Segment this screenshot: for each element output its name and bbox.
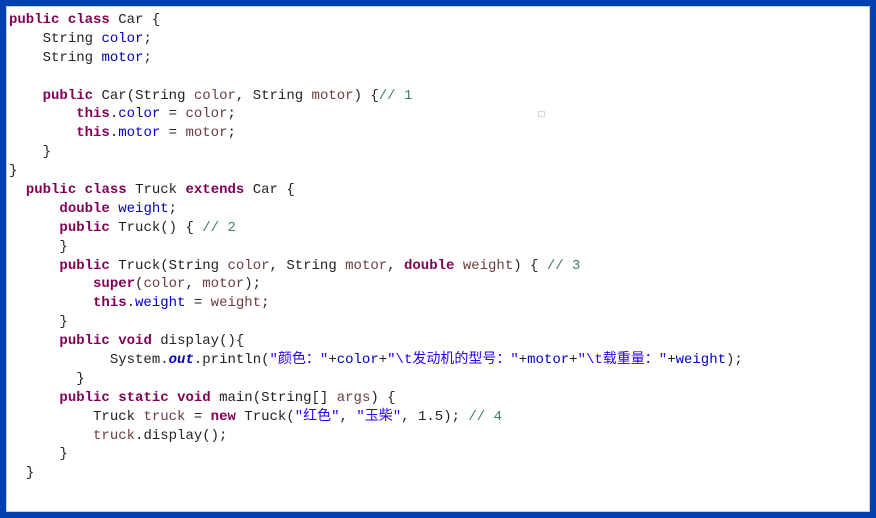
- param-args: args: [337, 390, 371, 406]
- whitespace-marker: □: [538, 110, 544, 121]
- field-weight: weight: [118, 201, 168, 217]
- method-main: main: [219, 390, 253, 406]
- constructor-car: Car: [101, 88, 126, 104]
- constructor-truck: Truck: [118, 220, 160, 236]
- comment-3: // 3: [547, 258, 581, 274]
- comment-1: // 1: [379, 88, 413, 104]
- code-content: public class Car { String color; String …: [9, 11, 867, 483]
- type-string: String: [43, 31, 93, 47]
- class-name: Car: [118, 12, 143, 28]
- string-red: "红色": [295, 409, 340, 425]
- keyword-extends: extends: [185, 182, 244, 198]
- field-out: out: [169, 352, 194, 368]
- param-weight: weight: [463, 258, 513, 274]
- number-1-5: 1.5: [418, 409, 443, 425]
- keyword-static: static: [118, 390, 168, 406]
- keyword-public: public: [59, 220, 109, 236]
- var-truck: truck: [143, 409, 185, 425]
- type-string: String: [43, 50, 93, 66]
- string-yuchai: "玉柴": [356, 409, 401, 425]
- string-color-label: "颜色：": [270, 352, 329, 368]
- string-motor-label: "\t发动机的型号：": [387, 352, 519, 368]
- method-display: display: [160, 333, 219, 349]
- class-truck: Truck: [135, 182, 177, 198]
- method-println: println: [202, 352, 261, 368]
- param-motor: motor: [312, 88, 354, 104]
- keyword-class: class: [68, 12, 110, 28]
- keyword-public: public: [59, 258, 109, 274]
- keyword-public: public: [9, 12, 59, 28]
- field-motor: motor: [101, 50, 143, 66]
- keyword-this: this: [76, 106, 110, 122]
- field-color: color: [101, 31, 143, 47]
- keyword-public: public: [26, 182, 76, 198]
- keyword-new: new: [211, 409, 236, 425]
- keyword-this: this: [76, 125, 110, 141]
- keyword-void: void: [118, 333, 152, 349]
- keyword-super: super: [93, 276, 135, 292]
- param-color: color: [194, 88, 236, 104]
- keyword-double: double: [59, 201, 109, 217]
- class-system: System: [110, 352, 160, 368]
- comment-2: // 2: [202, 220, 236, 236]
- code-editor-frame: public class Car { String color; String …: [6, 6, 870, 512]
- keyword-class: class: [85, 182, 127, 198]
- comment-4: // 4: [468, 409, 502, 425]
- keyword-public: public: [43, 88, 93, 104]
- string-weight-label: "\t载重量：": [578, 352, 668, 368]
